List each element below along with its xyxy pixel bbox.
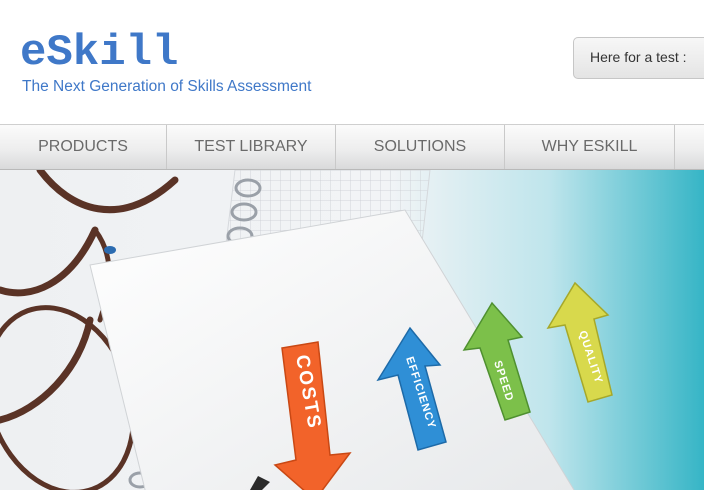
main-nav: PRODUCTS TEST LIBRARY SOLUTIONS WHY ESKI…: [0, 124, 704, 170]
hero-image: COSTS EFFICIENCY SPEED QUALITY: [0, 170, 704, 490]
here-for-a-test-button[interactable]: Here for a test :: [573, 37, 704, 79]
nav-item-test-library[interactable]: TEST LIBRARY: [167, 125, 336, 169]
eskill-logo[interactable]: eSkill: [20, 30, 178, 76]
nav-item-why-eskill[interactable]: WHY ESKILL: [505, 125, 675, 169]
tagline: The Next Generation of Skills Assessment: [22, 78, 312, 95]
nav-item-solutions[interactable]: SOLUTIONS: [336, 125, 505, 169]
glasses-hinge: [104, 246, 116, 254]
hero-banner: COSTS EFFICIENCY SPEED QUALITY: [0, 170, 704, 490]
nav-item-products[interactable]: PRODUCTS: [0, 125, 167, 169]
site-header: eSkill The Next Generation of Skills Ass…: [0, 0, 704, 124]
